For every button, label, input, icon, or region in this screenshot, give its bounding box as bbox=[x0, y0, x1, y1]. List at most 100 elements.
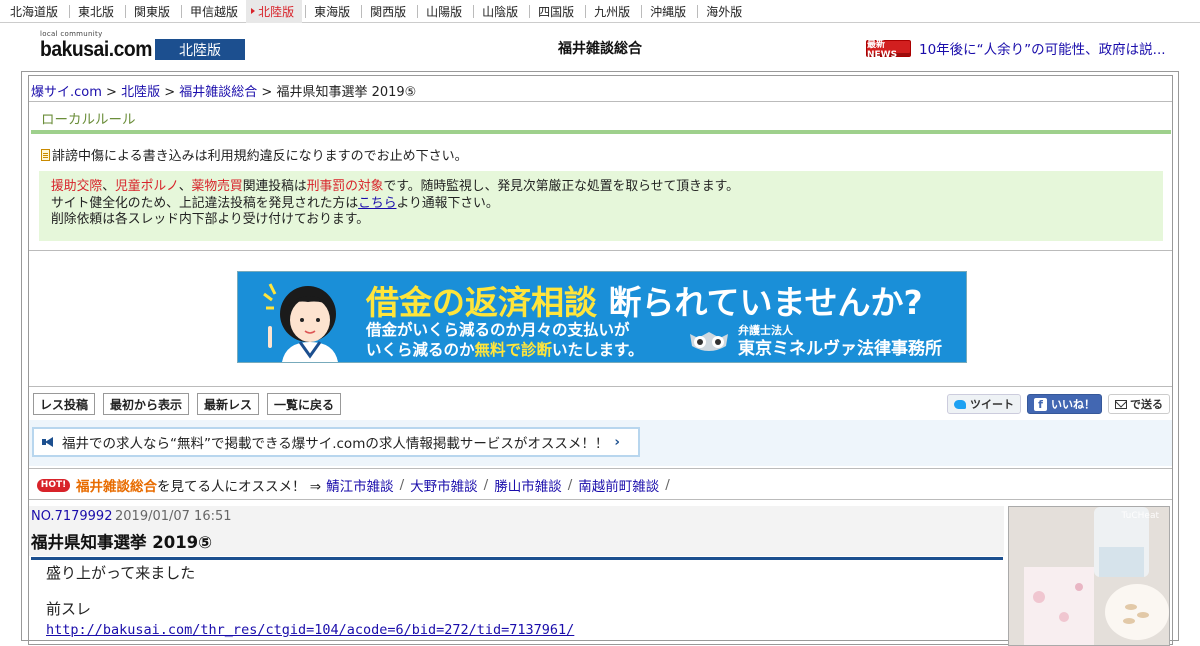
notice-text: 誹謗中傷による書き込みは利用規約違反になりますのでお止め下さい。 bbox=[52, 149, 468, 164]
hot-board-link[interactable]: 福井雑談総合 bbox=[76, 475, 157, 495]
tweet-label: ツイート bbox=[970, 398, 1014, 411]
warn-term: 援助交際 bbox=[51, 179, 103, 194]
back-to-list-button[interactable]: 一覧に戻る bbox=[267, 393, 342, 415]
logo-tagline: local community bbox=[40, 30, 103, 38]
breadcrumb-current: 福井県知事選挙 2019⑤ bbox=[276, 85, 417, 100]
thread-actions: レス投稿 最初から表示 最新レス 一覧に戻る bbox=[33, 393, 342, 415]
divider bbox=[29, 386, 1172, 387]
news-ticker[interactable]: 最新NEWS 10年後に“人余り”の可能性、政府は説... bbox=[866, 38, 1166, 60]
site-logo[interactable]: local community bakusai.com bbox=[40, 30, 152, 66]
local-rule-heading: ローカルルール bbox=[41, 112, 136, 128]
ad-sub-line-1: 借金がいくら減るのか月々の支払いが bbox=[366, 321, 630, 339]
product-photo bbox=[1009, 507, 1169, 645]
region-tab[interactable]: 関東版 bbox=[122, 0, 178, 23]
main-frame: 爆サイ.com > 北陸版 > 福井雑談総合 > 福井県知事選挙 2019⑤ ロ… bbox=[21, 71, 1179, 646]
warn-term: 刑事罰の対象 bbox=[306, 179, 384, 194]
logo-text: bakusai.com bbox=[40, 38, 152, 61]
warn-text: です。随時監視し、発見次第厳正な処置を取らせて頂きます。 bbox=[383, 179, 739, 194]
post-line: 盛り上がって来ました bbox=[46, 564, 196, 582]
warn-sep: 、 bbox=[102, 179, 115, 194]
region-tab[interactable]: 東海版 bbox=[302, 0, 358, 23]
promo-area: 福井での求人なら“無料”で掲載できる爆サイ.comの求人情報掲載サービスがオスス… bbox=[29, 420, 1172, 466]
ad-headline-white: 断られていませんか? bbox=[608, 283, 923, 322]
board-title[interactable]: 福井雑談総合 bbox=[500, 38, 700, 58]
recommend-link[interactable]: 南越前町雑談 bbox=[578, 475, 659, 495]
region-tab[interactable]: 山陰版 bbox=[470, 0, 526, 23]
post-reply-button[interactable]: レス投稿 bbox=[33, 393, 96, 415]
post-number[interactable]: NO.7179992 bbox=[31, 509, 112, 524]
promo-text: 福井での求人なら“無料”で掲載できる爆サイ.comの求人情報掲載サービスがオスス… bbox=[62, 436, 609, 452]
warn-term: 児童ポルノ bbox=[114, 179, 179, 194]
share-buttons: ツイート f いいね！ で送る bbox=[947, 394, 1170, 414]
warning-line-2: サイト健全化のため、上記違法投稿を発見された方はこちらより通報下さい。 bbox=[51, 196, 1163, 213]
owl-logo-icon bbox=[690, 332, 728, 351]
breadcrumb-sep: > bbox=[101, 85, 122, 100]
like-label: いいね！ bbox=[1051, 398, 1095, 411]
region-tab[interactable]: 海外版 bbox=[694, 0, 750, 23]
recommendations: HOT! 福井雑談総合 を見てる人にオススメ！ ⇒ 鯖江市雑談 / 大野市雑談 / … bbox=[37, 475, 676, 495]
breadcrumb-home[interactable]: 爆サイ.com bbox=[31, 85, 102, 100]
notice: 誹謗中傷による書き込みは利用規約違反になりますのでお止め下さい。 bbox=[41, 145, 468, 164]
post-line: 前スレ bbox=[46, 600, 92, 618]
news-link[interactable]: 10年後に“人余り”の可能性、政府は説... bbox=[919, 38, 1166, 58]
region-tab[interactable]: 九州版 bbox=[582, 0, 638, 23]
ad-subtext: 借金がいくら減るのか月々の支払いが いくら減るのか無料で診断いたします。 bbox=[366, 320, 643, 360]
region-tab[interactable]: 沖縄版 bbox=[638, 0, 694, 23]
link-separator: / bbox=[665, 477, 670, 493]
region-tab[interactable]: 山陽版 bbox=[414, 0, 470, 23]
woman-illustration bbox=[263, 283, 338, 362]
region-nav: 北海道版 東北版 関東版 甲信越版 北陸版 東海版 関西版 山陽版 山陰版 四国版 九州版 沖縄版 海外… bbox=[0, 0, 1200, 23]
breadcrumb-sep: > bbox=[160, 85, 180, 100]
latest-replies-button[interactable]: 最新レス bbox=[197, 393, 260, 415]
thread-title: 福井県知事選挙 2019⑤ bbox=[31, 533, 213, 552]
hot-badge: HOT! bbox=[37, 478, 70, 492]
tweet-button[interactable]: ツイート bbox=[947, 394, 1021, 414]
recommend-link[interactable]: 鯖江市雑談 bbox=[326, 475, 394, 495]
warn-text: 関連投稿は bbox=[242, 179, 307, 194]
post-header: NO.7179992 2019/01/07 16:51 福井県知事選挙 2019… bbox=[29, 506, 1004, 556]
link-separator: / bbox=[567, 477, 573, 493]
region-tab[interactable]: 北海道版 bbox=[0, 0, 66, 23]
warning-line-1: 援助交際、児童ポルノ、薬物売買関連投稿は刑事罰の対象です。随時監視し、発見次第厳… bbox=[51, 179, 1163, 196]
region-tab[interactable]: 関西版 bbox=[358, 0, 414, 23]
post-date: 2019/01/07 16:51 bbox=[115, 509, 232, 524]
ad-sub-line-2: いくら減るのか無料で診断いたします。 bbox=[366, 340, 643, 360]
ad-banner[interactable]: 借金の返済相談 断られていませんか? 借金がいくら減るのか月々の支払いが いくら… bbox=[237, 271, 967, 363]
ad-sub-text: いたします。 bbox=[552, 341, 644, 359]
breadcrumb-board[interactable]: 福井雑談総合 bbox=[179, 85, 257, 100]
recommend-link[interactable]: 勝山市雑談 bbox=[494, 475, 562, 495]
breadcrumb-region[interactable]: 北陸版 bbox=[121, 85, 160, 100]
post-body: 盛り上がって来ました 前スレ http://bakusai.com/thr_re… bbox=[46, 563, 574, 640]
content-area: 爆サイ.com > 北陸版 > 福井雑談総合 > 福井県知事選挙 2019⑤ ロ… bbox=[28, 75, 1173, 646]
send-mail-button[interactable]: で送る bbox=[1108, 394, 1170, 414]
title-underline bbox=[31, 557, 1003, 560]
side-ad[interactable]: TuCHeat bbox=[1008, 506, 1170, 646]
hot-text: を見てる人にオススメ！ ⇒ bbox=[157, 479, 322, 495]
send-label: で送る bbox=[1130, 398, 1163, 411]
region-badge[interactable]: 北陸版 bbox=[155, 39, 245, 60]
facebook-like-button[interactable]: f いいね！ bbox=[1027, 394, 1102, 414]
region-tab[interactable]: 甲信越版 bbox=[178, 0, 246, 23]
divider bbox=[29, 250, 1172, 251]
twitter-icon bbox=[954, 399, 966, 409]
ad-headline-yellow: 借金の返済相談 bbox=[366, 283, 597, 322]
breadcrumb: 爆サイ.com > 北陸版 > 福井雑談総合 > 福井県知事選挙 2019⑤ bbox=[31, 81, 416, 100]
site-header: local community bakusai.com 北陸版 福井雑談総合 最… bbox=[0, 24, 1200, 70]
mail-icon bbox=[1115, 399, 1127, 409]
ad-sub-highlight: 無料で診断 bbox=[474, 341, 553, 359]
region-tab[interactable]: 東北版 bbox=[66, 0, 122, 23]
link-separator: / bbox=[399, 477, 405, 493]
show-from-start-button[interactable]: 最初から表示 bbox=[103, 393, 190, 415]
document-icon bbox=[41, 148, 50, 161]
warn-text: より通報下さい。 bbox=[396, 195, 499, 211]
recommend-link[interactable]: 大野市雑談 bbox=[410, 475, 478, 495]
previous-thread-link[interactable]: http://bakusai.com/thr_res/ctgid=104/aco… bbox=[46, 622, 574, 638]
warning-box: 援助交際、児童ポルノ、薬物売買関連投稿は刑事罰の対象です。随時監視し、発見次第厳… bbox=[39, 171, 1163, 241]
megaphone-icon bbox=[42, 437, 56, 447]
job-promo-link[interactable]: 福井での求人なら“無料”で掲載できる爆サイ.comの求人情報掲載サービスがオスス… bbox=[32, 427, 640, 457]
region-tab[interactable]: 北陸版 bbox=[246, 0, 303, 23]
region-tab[interactable]: 四国版 bbox=[526, 0, 582, 23]
report-link[interactable]: こちら bbox=[358, 196, 396, 211]
facebook-icon: f bbox=[1034, 397, 1047, 411]
firm-name: 東京ミネルヴァ法律事務所 bbox=[738, 339, 942, 359]
